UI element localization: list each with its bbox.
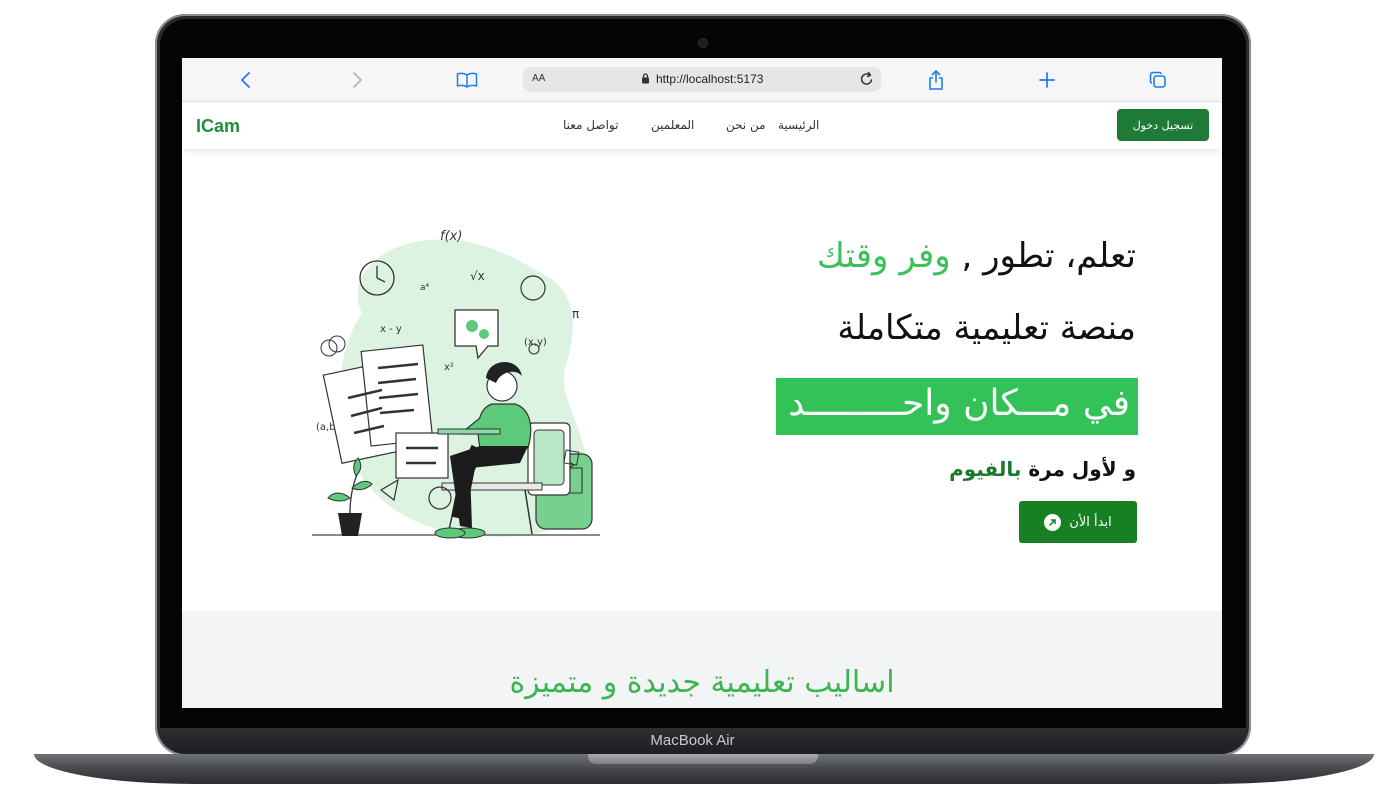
nav-link-home[interactable]: الرئيسية [778, 118, 819, 132]
book-icon[interactable] [454, 67, 480, 93]
svg-text:a⁴: a⁴ [420, 283, 430, 293]
text-size-button[interactable]: AA [532, 73, 545, 84]
tabs-icon[interactable] [1145, 67, 1171, 93]
lock-icon [641, 73, 650, 87]
start-now-label: ابدأ الأن [1069, 514, 1112, 530]
start-now-button[interactable]: ابدأ الأن [1019, 501, 1137, 543]
site-logo[interactable]: ICam [196, 116, 240, 137]
svg-text:f(x): f(x) [440, 229, 462, 244]
nav-link-contact[interactable]: تواصل معنا [563, 118, 618, 132]
hero-tagline-green: بالفيوم [949, 457, 1022, 481]
plus-icon[interactable] [1034, 67, 1060, 93]
url-text: http://localhost:5173 [656, 72, 764, 86]
methods-section: اساليب تعليمية جديدة و متميزة [182, 611, 1222, 708]
forward-icon[interactable] [344, 67, 370, 93]
hero-highlight-text: في مـــكان واحـــــــــد [788, 383, 1130, 424]
svg-text:π: π [572, 307, 579, 321]
hero-tagline: و لأول مرة بالفيوم [949, 457, 1136, 481]
arrow-up-right-icon [1044, 513, 1062, 531]
browser-toolbar: AA http://localhost:5173 [182, 58, 1222, 102]
reload-icon[interactable] [859, 71, 875, 90]
student-illustration: f(x) √x x - y (x,y) π x² (a,b) a⁴ [312, 229, 600, 539]
address-bar[interactable]: AA http://localhost:5173 [523, 67, 881, 92]
nav-link-teachers[interactable]: المعلمين [651, 118, 694, 132]
svg-text:x - y: x - y [380, 324, 402, 335]
hero-subheadline: منصة تعليمية متكاملة [837, 308, 1136, 348]
camera-icon [699, 39, 707, 47]
laptop-base-notch [588, 754, 818, 764]
hero-headline-black: تعلم، تطور , [961, 236, 1136, 276]
device-label: MacBook Air [650, 732, 735, 749]
screen: AA http://localhost:5173 ICam الرئيسية م… [182, 58, 1222, 708]
back-icon[interactable] [233, 67, 259, 93]
login-button[interactable]: تسجيل دخول [1117, 109, 1209, 141]
hero-headline-green: وفر وقتك [816, 236, 951, 276]
svg-text:(x,y): (x,y) [524, 337, 547, 348]
hero-tagline-black: و لأول مرة [1028, 457, 1136, 481]
hero-headline: تعلم، تطور , وفر وقتك [817, 236, 1136, 276]
site-navbar: ICam الرئيسية من نحن المعلمين تواصل معنا… [182, 102, 1222, 149]
share-icon[interactable] [923, 67, 949, 93]
svg-text:x²: x² [444, 362, 454, 373]
svg-text:√x: √x [470, 269, 485, 283]
methods-section-title: اساليب تعليمية جديدة و متميزة [509, 665, 895, 700]
nav-link-about[interactable]: من نحن [726, 118, 766, 132]
